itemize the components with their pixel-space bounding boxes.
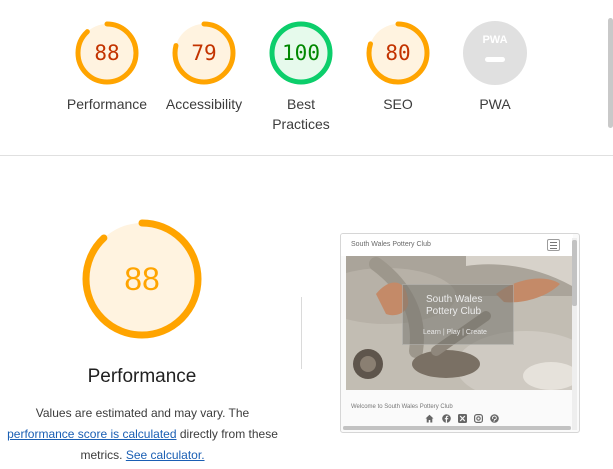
preview-hero-title: South Wales Pottery Club: [426, 294, 482, 318]
gauge-best-practices-value: 100: [282, 41, 320, 65]
preview-hero-title-line2: Pottery Club: [426, 306, 482, 317]
preview-horizontal-scrollbar[interactable]: [343, 426, 571, 430]
pinterest-icon: [490, 410, 499, 423]
gauge-best-practices-ring: 100: [269, 21, 333, 85]
performance-large-gauge: 88: [79, 216, 205, 342]
category-scores: 88 Performance 79 Accessibility 100 Best…: [0, 0, 613, 155]
gauge-performance-ring: 88: [75, 21, 139, 85]
gauge-accessibility-ring: 79: [172, 21, 236, 85]
preview-hero-overlay: South Wales Pottery Club Learn | Play | …: [402, 284, 514, 345]
gauge-seo-ring: 80: [366, 21, 430, 85]
pwa-badge-icon: PWA: [463, 21, 527, 85]
desc-text-2: directly from these: [176, 427, 278, 441]
hamburger-menu-icon: [547, 239, 560, 251]
gauge-best-practices-label-line1: Best: [286, 96, 315, 112]
preview-site-header: South Wales Pottery Club: [341, 234, 573, 256]
performance-large-value: 88: [124, 261, 160, 297]
gauge-seo-value: 80: [385, 41, 410, 65]
desc-text-3: metrics.: [80, 448, 126, 462]
vertical-divider: [301, 297, 302, 369]
preview-hero-image: South Wales Pottery Club Learn | Play | …: [346, 256, 572, 390]
preview-hero-links: Learn | Play | Create: [423, 329, 487, 336]
performance-large-ring: 88: [82, 219, 202, 339]
preview-vertical-scrollbar[interactable]: [572, 238, 577, 430]
facebook-icon: [442, 410, 451, 423]
section-divider: [0, 155, 613, 156]
gauge-pwa[interactable]: PWA PWA: [435, 20, 555, 114]
see-calculator-link[interactable]: See calculator.: [126, 448, 205, 462]
preview-site-name: South Wales Pottery Club: [351, 241, 431, 248]
performance-score-link[interactable]: performance score is calculated: [7, 427, 176, 441]
performance-description: Values are estimated and may vary. The p…: [0, 403, 285, 466]
instagram-icon: [474, 410, 484, 424]
gauge-performance-value: 88: [94, 41, 119, 65]
final-screenshot[interactable]: South Wales Pottery Club South Wales Pot…: [340, 233, 580, 433]
preview-hero-title-line1: South Wales: [426, 294, 483, 305]
x-icon: [458, 410, 467, 423]
gauge-accessibility-value: 79: [191, 41, 216, 65]
preview-welcome-text: Welcome to South Wales Pottery Club: [351, 404, 453, 410]
gauge-best-practices-label-line2: Practices: [272, 116, 330, 132]
desc-text-1: Values are estimated and may vary. The: [35, 406, 250, 420]
home-icon: [425, 410, 434, 423]
performance-title: Performance: [87, 366, 197, 387]
gauge-pwa-label: PWA: [479, 96, 511, 112]
page-scrollbar[interactable]: [608, 18, 613, 128]
pwa-badge-text: PWA: [482, 34, 507, 46]
